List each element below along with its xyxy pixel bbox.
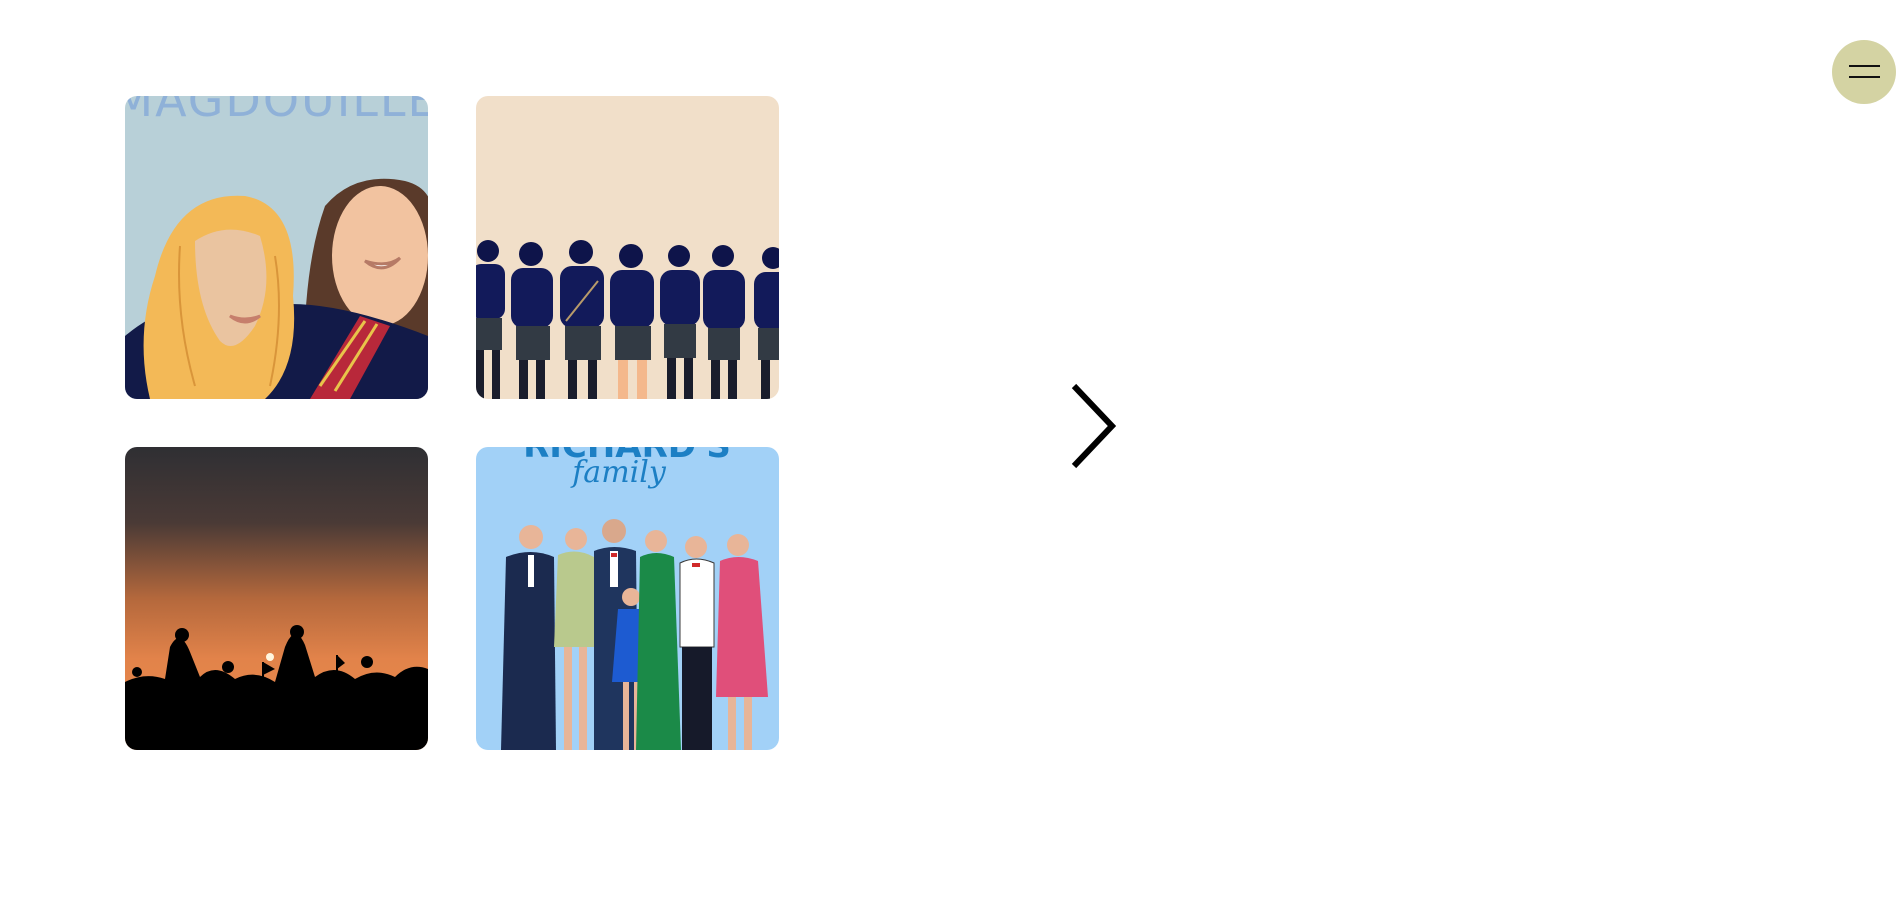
gallery-tile-sunset-silhouette[interactable]	[125, 447, 428, 750]
scouts-illustration	[476, 96, 779, 399]
sunset-silhouette-illustration	[125, 447, 428, 750]
family-poster-illustration: RICHARD'S family	[476, 447, 779, 750]
gallery-tile-girls-illustration[interactable]: MAGDOUILLE	[125, 96, 428, 399]
gallery-page: MAGDOUILLE family	[0, 0, 1900, 915]
girls-illustration: MAGDOUILLE	[125, 96, 428, 399]
gallery-tile-scouts-illustration[interactable]	[476, 96, 779, 399]
menu-button[interactable]	[1832, 40, 1896, 104]
gallery-tile-family-poster[interactable]: RICHARD'S family	[476, 447, 779, 750]
poster-family-text: family	[570, 455, 667, 490]
next-slide-button[interactable]	[1068, 382, 1118, 470]
chevron-right-icon	[1071, 383, 1117, 469]
poster-title-text: MAGDOUILLE	[125, 96, 428, 127]
hamburger-menu-icon	[1849, 65, 1880, 79]
